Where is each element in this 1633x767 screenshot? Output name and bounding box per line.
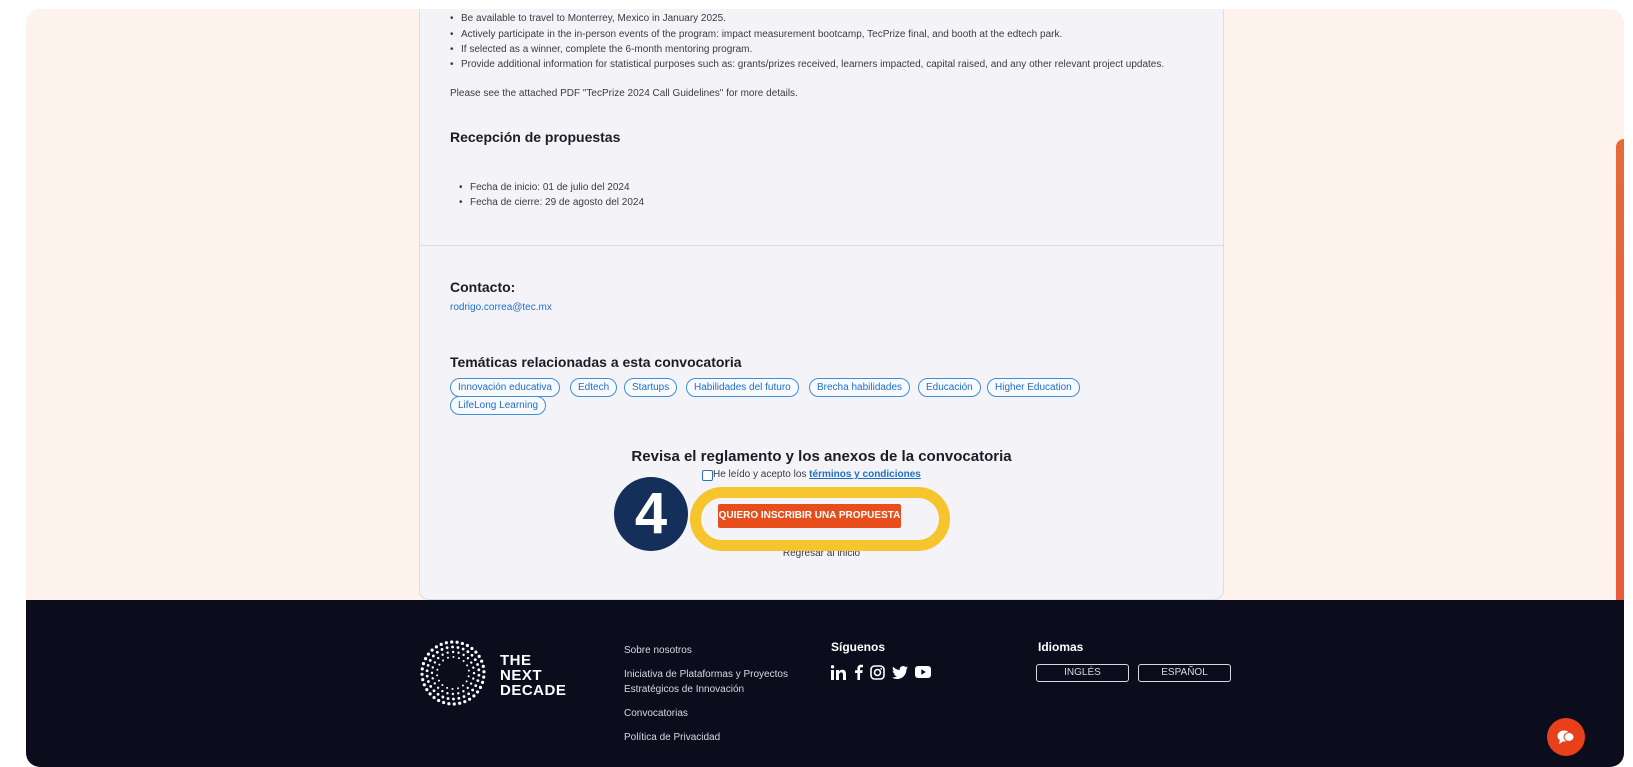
rules-title: Revisa el reglamento y los anexos de la … <box>631 448 1012 465</box>
twitter-icon[interactable] <box>892 665 908 679</box>
language-title: Idiomas <box>1038 640 1084 654</box>
terms-link[interactable]: términos y condiciones <box>809 469 921 480</box>
social-title: Síguenos <box>831 640 886 654</box>
requirement-item: Actively participate in the in-person ev… <box>450 29 1062 40</box>
footer-link-calls[interactable]: Convocatorias <box>624 708 688 719</box>
terms-prefix: He leído y acepto los <box>713 469 807 480</box>
topics-title: Temáticas relacionadas a esta convocator… <box>450 354 742 370</box>
instagram-icon[interactable] <box>870 664 885 680</box>
topic-tag[interactable]: Innovación educativa <box>450 378 560 397</box>
language-english-button[interactable]: INGLÉS <box>1036 664 1129 682</box>
reception-title: Recepción de propuestas <box>450 129 621 145</box>
content-card: Be available to travel to Monterrey, Mex… <box>419 9 1224 600</box>
social-links <box>831 663 931 681</box>
the-next-decade-logo-icon <box>420 640 486 706</box>
footer-link-privacy[interactable]: Política de Privacidad <box>624 732 720 743</box>
submit-proposal-button[interactable]: QUIERO INSCRIBIR UNA PROPUESTA <box>718 504 901 528</box>
topic-tag[interactable]: Habilidades del futuro <box>686 378 799 397</box>
topic-tag[interactable]: Brecha habilidades <box>809 378 911 397</box>
contact-email-link[interactable]: rodrigo.correa@tec.mx <box>450 302 552 313</box>
logo-line: THE <box>500 652 532 669</box>
section-divider <box>420 245 1223 246</box>
topic-tag[interactable]: Startups <box>624 378 678 397</box>
logo-line: DECADE <box>500 682 567 699</box>
guidelines-note: Please see the attached PDF "TecPrize 20… <box>450 88 798 99</box>
logo-line: NEXT <box>500 667 543 684</box>
footer-link-initiative[interactable]: Iniciativa de Plataformas y Proyectos <box>624 669 788 680</box>
linkedin-icon[interactable] <box>831 664 847 680</box>
topic-tag[interactable]: Higher Education <box>987 378 1080 397</box>
footer-logo-text: THE NEXT DECADE <box>500 653 566 698</box>
contact-title: Contacto: <box>450 279 516 295</box>
annotation-step-badge: 4 <box>614 477 688 551</box>
requirement-item: If selected as a winner, complete the 6-… <box>450 44 752 55</box>
language-spanish-button[interactable]: ESPAÑOL <box>1138 664 1231 682</box>
chat-bubble-icon <box>1557 730 1575 744</box>
page-frame: Be available to travel to Monterrey, Mex… <box>26 9 1624 767</box>
terms-checkbox[interactable] <box>702 470 713 481</box>
footer: THE NEXT DECADE Sobre nosotros Iniciativ… <box>26 600 1624 767</box>
chat-widget-button[interactable] <box>1547 718 1585 756</box>
reception-date-start: Fecha de inicio: 01 de julio del 2024 <box>459 182 630 193</box>
reception-date-end: Fecha de cierre: 29 de agosto del 2024 <box>459 197 644 208</box>
footer-link-about[interactable]: Sobre nosotros <box>624 645 692 656</box>
topic-tag[interactable]: LifeLong Learning <box>450 396 547 415</box>
topic-tag[interactable]: Educación <box>918 378 981 397</box>
requirement-item: Be available to travel to Monterrey, Mex… <box>450 13 726 24</box>
youtube-icon[interactable] <box>915 666 931 678</box>
requirement-item: Provide additional information for stati… <box>450 59 1164 70</box>
terms-label: He leído y acepto los términos y condici… <box>713 469 921 480</box>
facebook-icon[interactable] <box>854 664 863 680</box>
topic-tag[interactable]: Edtech <box>570 378 618 397</box>
footer-link-initiative-2[interactable]: Estratégicos de Innovación <box>624 684 744 695</box>
